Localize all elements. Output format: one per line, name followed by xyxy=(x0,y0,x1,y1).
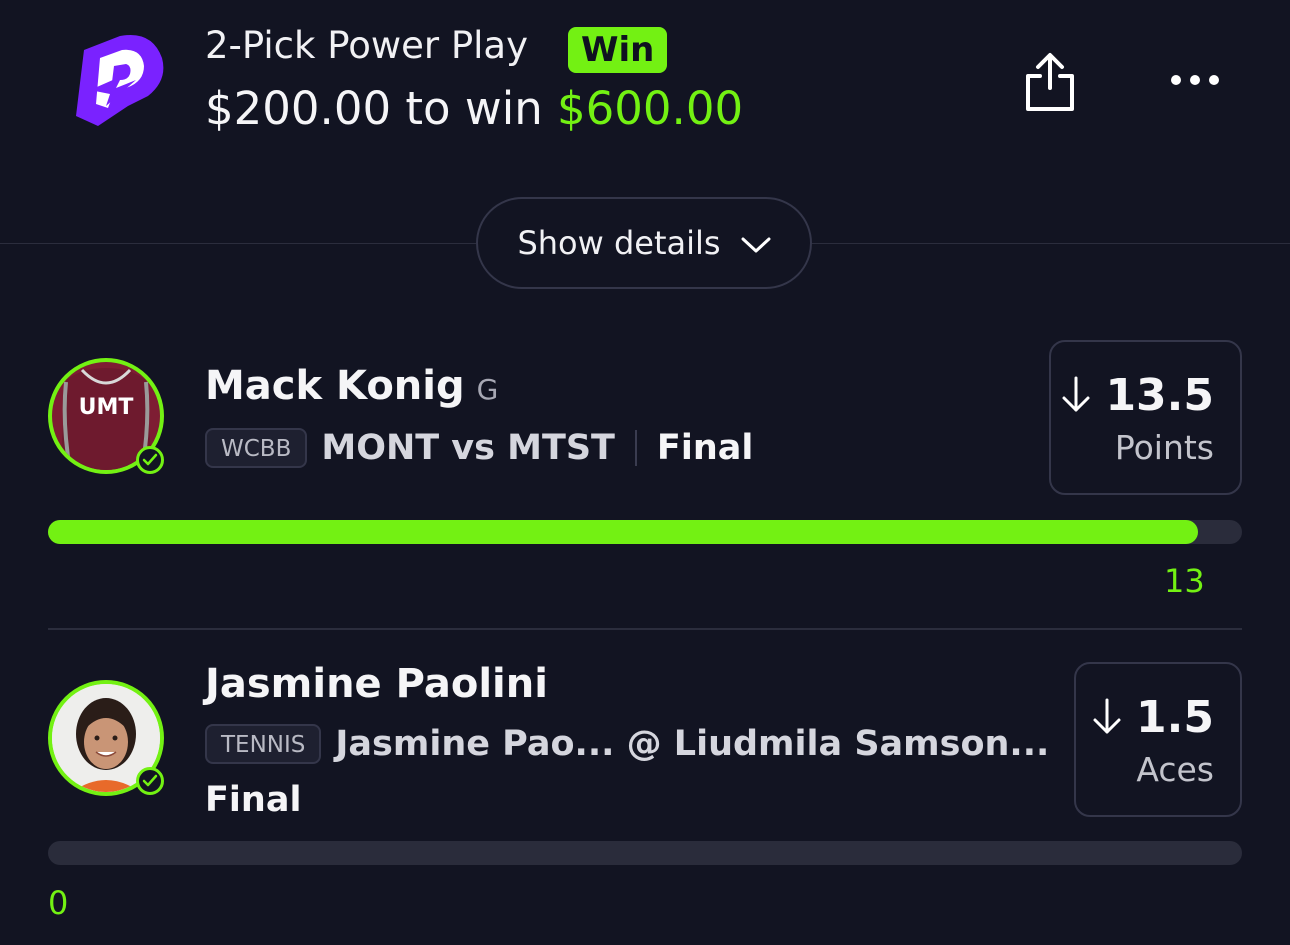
player-name-text: Jasmine Paolini xyxy=(205,661,548,707)
progress-bar xyxy=(48,520,1242,544)
line-value: 1.5 xyxy=(1136,692,1214,743)
progress-bar xyxy=(48,841,1242,865)
player-name: Jasmine Paolini xyxy=(205,661,548,707)
line-value-row: 1.5 xyxy=(1092,692,1214,743)
to-win-text: to win xyxy=(405,82,543,135)
game-info: WCBB MONT vs MTST Final xyxy=(205,428,753,468)
league-tag: TENNIS xyxy=(205,724,322,764)
arrow-down-icon xyxy=(1092,697,1122,739)
separator xyxy=(634,430,637,466)
chevron-down-icon xyxy=(741,224,771,262)
player-name: Mack Konig G xyxy=(205,363,498,409)
line-value: 13.5 xyxy=(1105,370,1214,421)
actual-value: 0 xyxy=(48,884,69,922)
matchup: MONT vs MTST xyxy=(321,428,615,468)
actual-value: 13 xyxy=(1164,562,1205,600)
player-name-text: Mack Konig xyxy=(205,363,465,409)
progress-fill xyxy=(48,520,1198,544)
stake-row: $200.00 to win $600.00 xyxy=(205,82,743,135)
league-tag: WCBB xyxy=(205,428,308,468)
payout-amount: $600.00 xyxy=(557,82,744,135)
game-status: Final xyxy=(656,428,754,468)
line-box[interactable]: 13.5 Points xyxy=(1049,340,1242,495)
line-value-row: 13.5 xyxy=(1061,370,1214,421)
win-badge: Win xyxy=(568,27,668,73)
app-logo xyxy=(70,30,170,130)
more-options-icon[interactable] xyxy=(1170,70,1220,90)
stake-amount: $200.00 xyxy=(205,82,392,135)
arrow-down-icon xyxy=(1061,375,1091,417)
share-icon[interactable] xyxy=(1024,52,1076,112)
player-position: G xyxy=(476,373,499,406)
check-icon xyxy=(136,446,164,474)
jersey-text: UMT xyxy=(79,395,134,420)
stat-type: Points xyxy=(1114,428,1214,467)
show-details-label: Show details xyxy=(517,224,721,262)
game-info: TENNIS Jasmine Pao... @ Liudmila Samson.… xyxy=(205,724,1084,764)
divider xyxy=(48,628,1242,630)
show-details-button[interactable]: Show details xyxy=(476,197,812,289)
line-box[interactable]: 1.5 Aces xyxy=(1074,662,1242,817)
game-status: Final xyxy=(205,780,302,820)
entry-title: 2-Pick Power Play xyxy=(205,24,528,67)
matchup: Jasmine Pao... @ Liudmila Samson... xyxy=(335,724,1050,764)
check-icon xyxy=(136,767,164,795)
stat-type: Aces xyxy=(1136,750,1214,789)
